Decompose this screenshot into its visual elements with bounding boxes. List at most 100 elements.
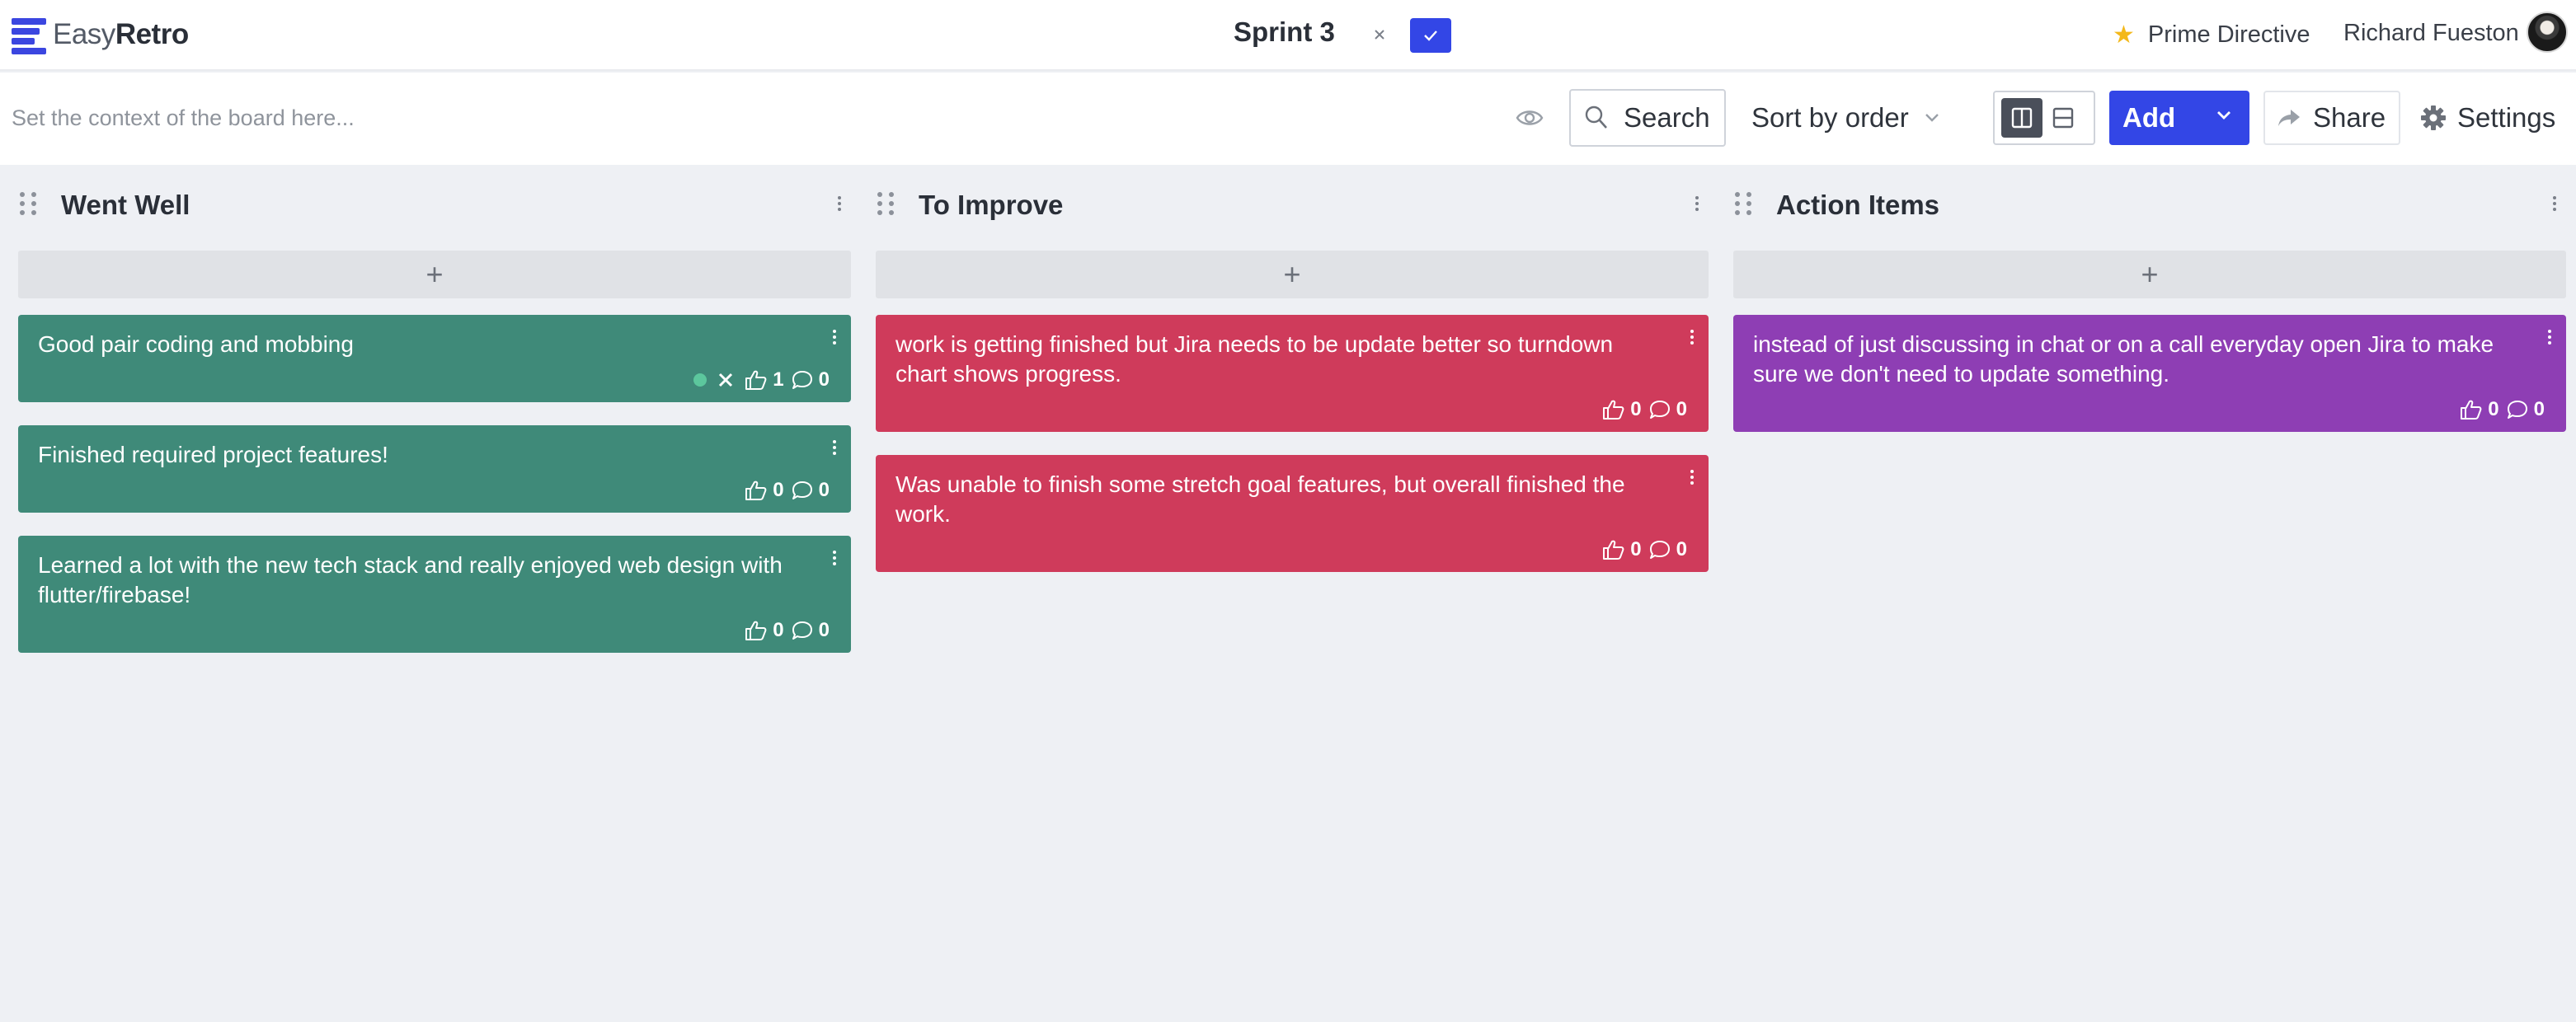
logo-text-light: Easy xyxy=(53,18,115,50)
card[interactable]: Finished required project features! 0 0 xyxy=(18,425,851,513)
drag-handle-icon[interactable] xyxy=(877,192,897,217)
column-header: Action Items xyxy=(1733,165,2566,244)
vote-count: 0 xyxy=(773,619,784,641)
share-icon xyxy=(2278,110,2300,126)
user-name[interactable]: Richard Fueston xyxy=(2343,20,2519,47)
card-footer: 1 0 xyxy=(693,368,836,392)
settings-button[interactable]: Settings xyxy=(2421,91,2555,145)
card[interactable]: instead of just discussing in chat or on… xyxy=(1733,315,2566,432)
column-title[interactable]: Went Well xyxy=(61,190,190,221)
card-footer: 0 0 xyxy=(745,478,836,503)
add-card-button[interactable]: + xyxy=(1733,251,2566,298)
prime-directive-link[interactable]: ★ Prime Directive xyxy=(2113,16,2310,53)
card[interactable]: Learned a lot with the new tech stack an… xyxy=(18,536,851,653)
column-action-items: Action Items + instead of just discussin… xyxy=(1733,165,2566,432)
star-icon: ★ xyxy=(2113,21,2135,49)
easyretro-logo[interactable]: EasyRetro xyxy=(12,15,189,54)
search-label: Search xyxy=(1624,102,1710,133)
settings-label: Settings xyxy=(2457,102,2556,133)
rows-view-button[interactable] xyxy=(2042,98,2084,138)
vote-count: 1 xyxy=(773,368,784,391)
avatar[interactable] xyxy=(2527,12,2568,53)
card-menu-icon[interactable] xyxy=(1687,468,1697,486)
thumbs-up-icon[interactable] xyxy=(1602,539,1625,560)
chevron-down-icon xyxy=(1925,114,1939,122)
card[interactable]: work is getting finished but Jira needs … xyxy=(876,315,1709,432)
eye-icon xyxy=(1516,110,1544,125)
columns-view-button[interactable] xyxy=(2001,98,2042,138)
board-title[interactable]: Sprint 3 xyxy=(1234,16,1335,48)
search-button[interactable]: Search xyxy=(1569,89,1726,147)
chevron-down-icon xyxy=(2217,111,2230,120)
comment-icon[interactable] xyxy=(791,369,814,391)
card-menu-icon[interactable] xyxy=(1687,328,1697,346)
column-menu-icon[interactable] xyxy=(2546,195,2563,218)
add-card-button[interactable]: + xyxy=(18,251,851,298)
logo-text-bold: Retro xyxy=(115,18,189,50)
thumbs-up-icon[interactable] xyxy=(745,620,768,641)
check-icon xyxy=(1424,30,1437,41)
share-button[interactable]: Share xyxy=(2263,91,2400,145)
card-menu-icon[interactable] xyxy=(2545,328,2555,346)
column-to-improve: To Improve + work is getting finished bu… xyxy=(876,165,1709,572)
hide-context-button[interactable] xyxy=(1516,105,1544,130)
view-mode-toggle xyxy=(1993,91,2095,145)
column-header: Went Well xyxy=(18,165,851,244)
card[interactable]: Good pair coding and mobbing 1 0 xyxy=(18,315,851,402)
column-header: To Improve xyxy=(876,165,1709,244)
gear-icon xyxy=(2421,105,2446,130)
comment-icon[interactable] xyxy=(791,620,814,641)
card-footer: 0 0 xyxy=(1602,397,1694,422)
comment-icon[interactable] xyxy=(1648,399,1671,420)
thumbs-up-icon[interactable] xyxy=(745,480,768,501)
comment-icon[interactable] xyxy=(1648,539,1671,560)
card-menu-icon[interactable] xyxy=(830,549,839,567)
remove-vote-icon[interactable] xyxy=(718,373,733,387)
card-menu-icon[interactable] xyxy=(830,438,839,457)
search-icon xyxy=(1585,105,1607,129)
top-bar: EasyRetro Sprint 3 ★ Prime Directive Ric… xyxy=(0,0,2576,71)
column-menu-icon[interactable] xyxy=(831,195,848,218)
vote-count: 0 xyxy=(1630,398,1642,420)
add-column-button[interactable]: Add xyxy=(2109,91,2249,145)
card-menu-icon[interactable] xyxy=(830,328,839,346)
drag-handle-icon[interactable] xyxy=(1735,192,1755,217)
column-went-well: Went Well + Good pair coding and mobbing… xyxy=(18,165,851,653)
add-card-button[interactable]: + xyxy=(876,251,1709,298)
rows-icon xyxy=(2052,107,2074,129)
vote-count: 0 xyxy=(773,479,784,501)
vote-count: 0 xyxy=(2488,398,2499,420)
card-text: Was unable to finish some stretch goal f… xyxy=(895,471,1625,527)
thumbs-up-icon[interactable] xyxy=(745,369,768,391)
comment-count: 0 xyxy=(818,479,830,501)
column-menu-icon[interactable] xyxy=(1689,195,1705,218)
logo-icon xyxy=(12,16,46,54)
comment-count: 0 xyxy=(1676,398,1687,420)
share-label: Share xyxy=(2313,102,2386,133)
columns-icon xyxy=(2011,107,2033,129)
drag-handle-icon[interactable] xyxy=(20,192,40,217)
add-label: Add xyxy=(2122,102,2176,133)
prime-directive-label: Prime Directive xyxy=(2147,21,2310,48)
comment-count: 0 xyxy=(818,368,830,391)
card-footer: 0 0 xyxy=(1602,537,1694,562)
thumbs-up-icon[interactable] xyxy=(2460,399,2483,420)
vote-count: 0 xyxy=(1630,538,1642,560)
column-title[interactable]: Action Items xyxy=(1776,190,1939,221)
comment-count: 0 xyxy=(818,619,830,641)
card-text: Learned a lot with the new tech stack an… xyxy=(38,552,783,607)
comment-icon[interactable] xyxy=(2506,399,2529,420)
comment-icon[interactable] xyxy=(791,480,814,501)
title-cancel-button[interactable] xyxy=(1369,20,1390,49)
card-text: instead of just discussing in chat or on… xyxy=(1753,331,2494,387)
column-title[interactable]: To Improve xyxy=(919,190,1063,221)
card-footer: 0 0 xyxy=(745,618,836,643)
sort-dropdown[interactable]: Sort by order xyxy=(1751,89,1940,147)
thumbs-up-icon[interactable] xyxy=(1602,399,1625,420)
card-footer: 0 0 xyxy=(2460,397,2551,422)
comment-count: 0 xyxy=(2533,398,2545,420)
sort-label: Sort by order xyxy=(1751,102,1909,133)
board-context-input[interactable] xyxy=(12,97,1479,138)
title-confirm-button[interactable] xyxy=(1410,18,1451,53)
card[interactable]: Was unable to finish some stretch goal f… xyxy=(876,455,1709,572)
